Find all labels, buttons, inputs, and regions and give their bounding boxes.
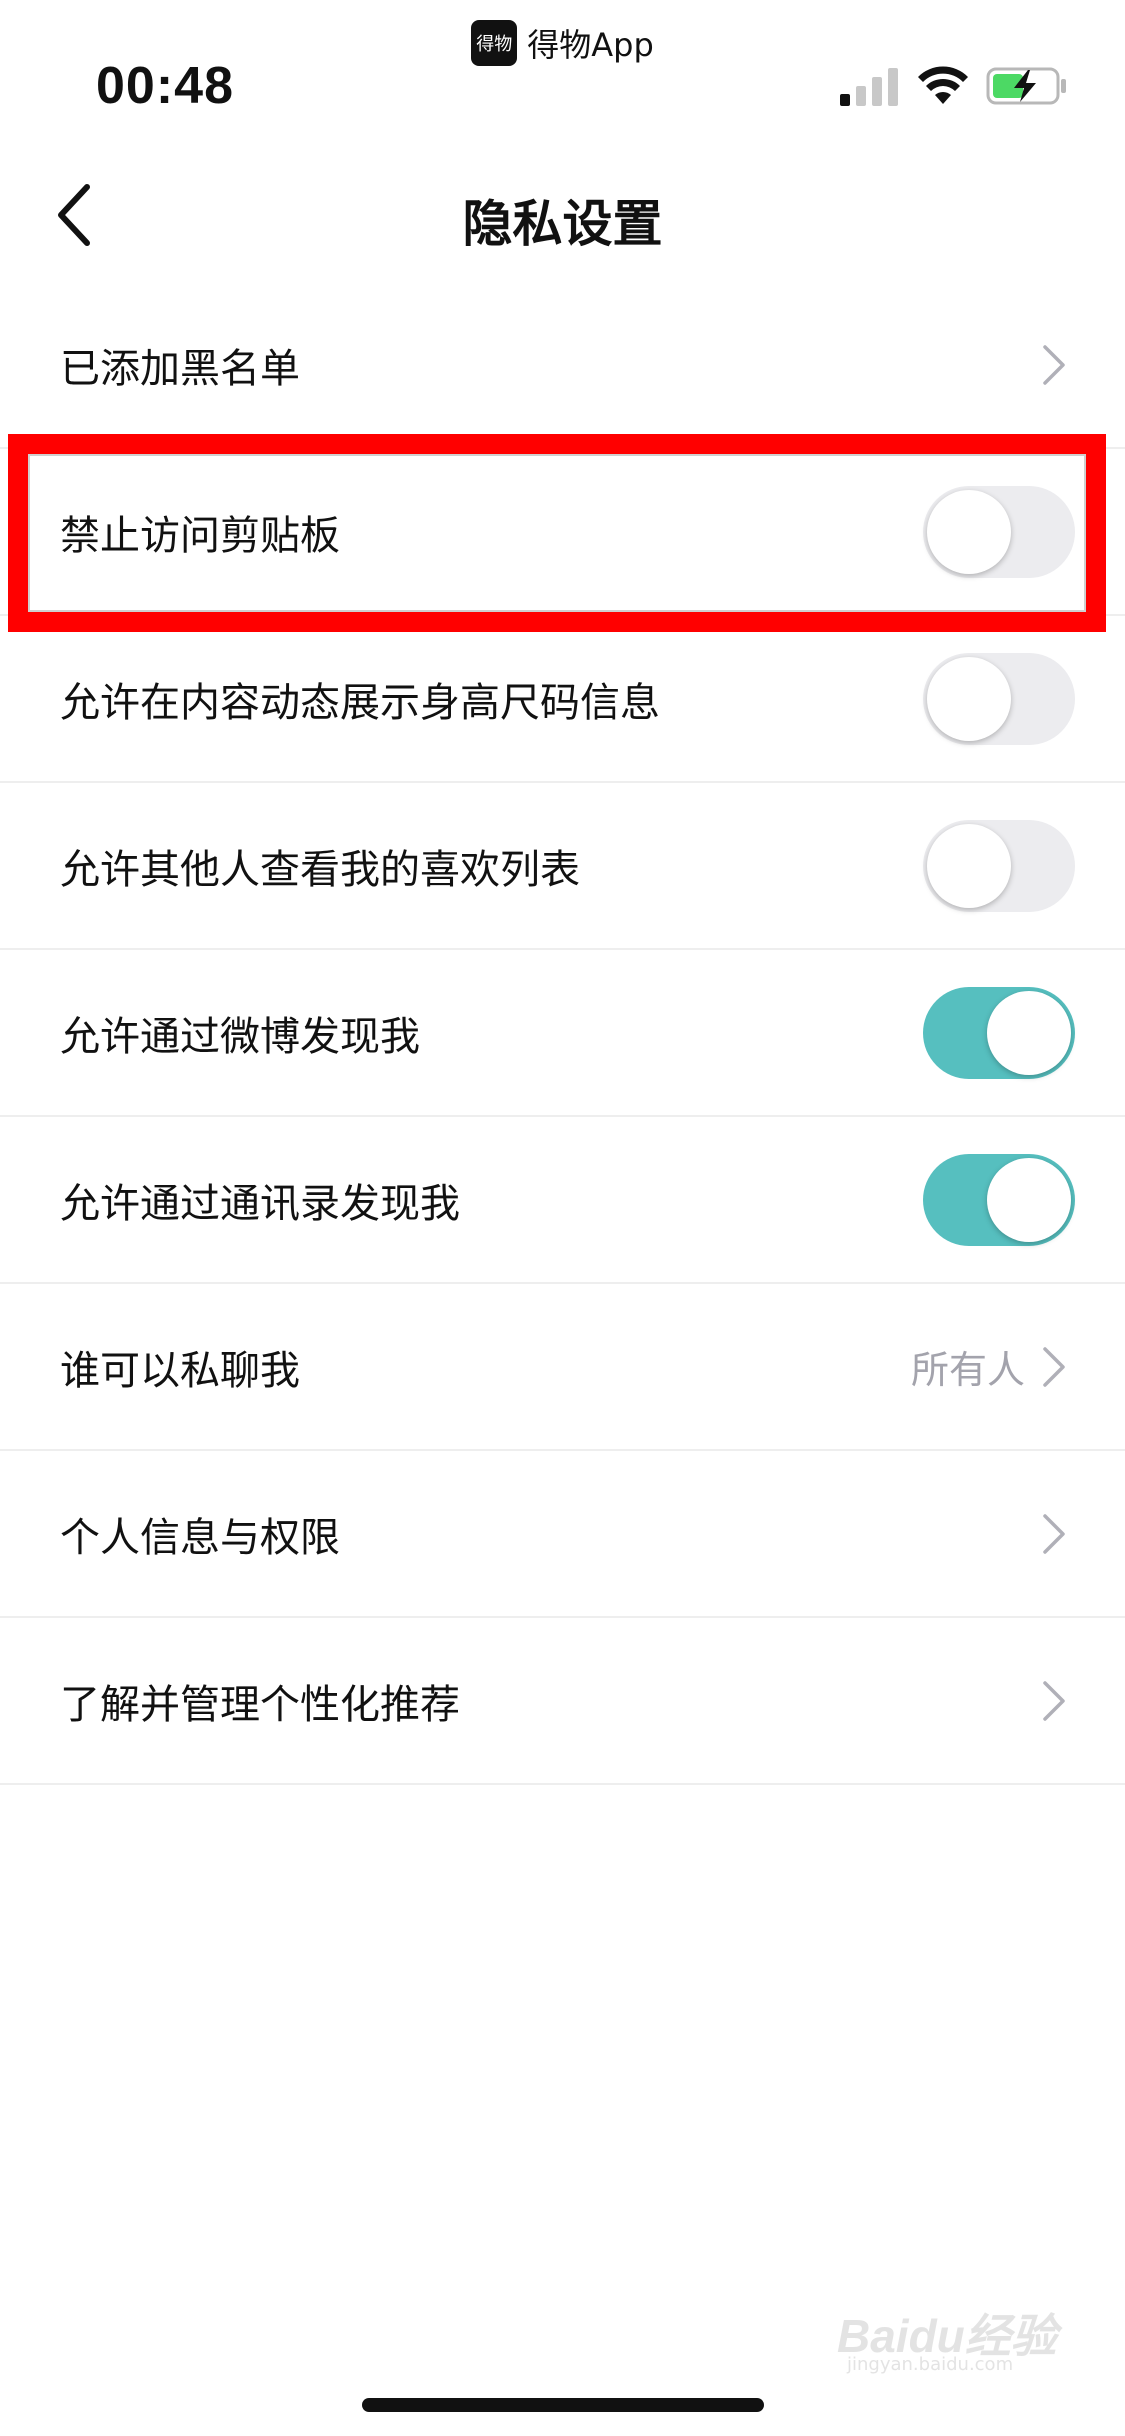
private-message-row[interactable]: 谁可以私聊我 所有人 bbox=[0, 1284, 1125, 1451]
status-time: 00:48 bbox=[96, 57, 234, 115]
app-name: 得物App bbox=[527, 26, 654, 64]
chevron-right-icon bbox=[1043, 344, 1065, 385]
wifi-icon bbox=[918, 66, 968, 104]
toggle-knob bbox=[927, 489, 1011, 574]
likes-list-visibility-row: 允许其他人查看我的喜欢列表 bbox=[0, 783, 1125, 950]
row-label: 允许其他人查看我的喜欢列表 bbox=[60, 846, 580, 893]
show-size-info-row: 允许在内容动态展示身高尺码信息 bbox=[0, 616, 1125, 783]
watermark-url: jingyan.baidu.com bbox=[847, 2354, 1014, 2375]
personalized-recommendation-row[interactable]: 了解并管理个性化推荐 bbox=[0, 1618, 1125, 1785]
show-size-info-toggle[interactable] bbox=[923, 652, 1075, 745]
toggle-knob bbox=[927, 823, 1011, 908]
chevron-right-icon bbox=[1043, 1680, 1065, 1721]
battery-charging-icon bbox=[986, 67, 1066, 105]
settings-list: 已添加黑名单 禁止访问剪贴板 允许在内容动态展示身高尺码信息 允许其他人查看我的… bbox=[0, 282, 1125, 1785]
weibo-discovery-toggle[interactable] bbox=[923, 986, 1075, 1079]
row-label: 允许通过微博发现我 bbox=[60, 1013, 420, 1060]
app-logo-text: 得物 bbox=[476, 34, 513, 55]
toggle-knob bbox=[987, 1157, 1071, 1242]
block-clipboard-toggle[interactable] bbox=[923, 485, 1075, 578]
toggle-knob bbox=[927, 656, 1011, 741]
row-label: 个人信息与权限 bbox=[60, 1514, 340, 1561]
page-title: 隐私设置 bbox=[462, 195, 663, 253]
row-label: 了解并管理个性化推荐 bbox=[60, 1681, 460, 1728]
personal-info-permissions-row[interactable]: 个人信息与权限 bbox=[0, 1451, 1125, 1618]
likes-list-visibility-toggle[interactable] bbox=[923, 819, 1075, 912]
app-logo: 得物 bbox=[471, 20, 518, 66]
block-clipboard-row: 禁止访问剪贴板 bbox=[0, 449, 1125, 616]
row-value: 所有人 bbox=[910, 1348, 1025, 1392]
row-label: 已添加黑名单 bbox=[60, 345, 300, 392]
nav-bar: 隐私设置 bbox=[0, 160, 1125, 270]
chevron-right-icon bbox=[1043, 1513, 1065, 1554]
row-label: 允许通过通讯录发现我 bbox=[60, 1180, 460, 1227]
contacts-discovery-toggle[interactable] bbox=[923, 1153, 1075, 1246]
row-label: 允许在内容动态展示身高尺码信息 bbox=[60, 679, 660, 726]
row-label: 禁止访问剪贴板 bbox=[60, 512, 340, 559]
contacts-discovery-row: 允许通过通讯录发现我 bbox=[0, 1117, 1125, 1284]
status-bar: 得物 得物App 00:48 bbox=[0, 0, 1125, 130]
home-indicator[interactable] bbox=[362, 2398, 764, 2412]
toggle-knob bbox=[987, 990, 1071, 1075]
chevron-right-icon bbox=[1043, 1346, 1065, 1387]
screen: 得物 得物App 00:48 隐私设置 已添加黑名单 禁止访问剪贴板 允许在内容… bbox=[0, 0, 1125, 2436]
cellular-signal-icon bbox=[840, 68, 898, 106]
blacklist-row[interactable]: 已添加黑名单 bbox=[0, 282, 1125, 449]
weibo-discovery-row: 允许通过微博发现我 bbox=[0, 950, 1125, 1117]
row-label: 谁可以私聊我 bbox=[60, 1347, 300, 1394]
baidu-watermark: Baidu经验 jingyan.baidu.com bbox=[837, 2300, 1067, 2380]
